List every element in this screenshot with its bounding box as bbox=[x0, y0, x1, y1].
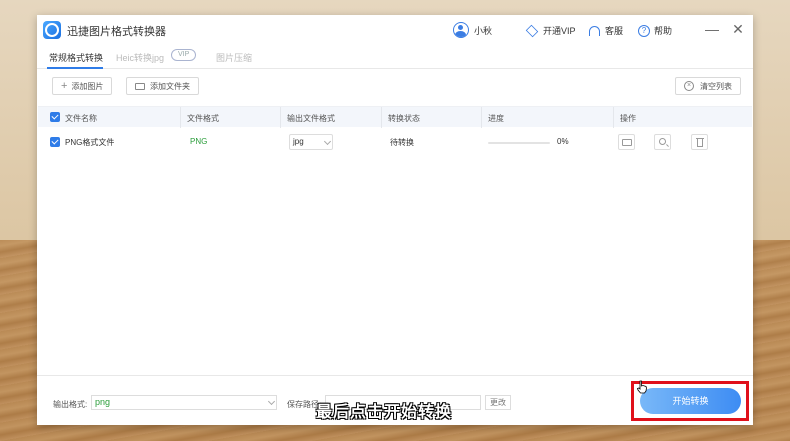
change-path-button[interactable]: 更改 bbox=[485, 395, 511, 410]
clear-list-button[interactable]: × 清空列表 bbox=[675, 77, 741, 95]
tab-general-convert[interactable]: 常规格式转换 bbox=[49, 51, 103, 64]
tab-bar: 常规格式转换 Heic转换jpg 图片压缩 bbox=[37, 45, 753, 69]
vip-label: 开通VIP bbox=[543, 26, 576, 36]
help-link[interactable]: ? 帮助 bbox=[638, 24, 672, 37]
add-image-label: 添加图片 bbox=[71, 81, 104, 91]
close-button[interactable]: ✕ bbox=[730, 20, 746, 38]
clear-icon: × bbox=[684, 81, 694, 91]
plus-icon: + bbox=[61, 80, 68, 92]
hand-cursor-icon bbox=[636, 380, 647, 394]
diamond-icon bbox=[525, 24, 539, 37]
chevron-down-icon bbox=[323, 137, 332, 146]
service-link[interactable]: 客服 bbox=[589, 24, 623, 37]
select-all-checkbox[interactable] bbox=[50, 112, 60, 122]
tab-heic-to-jpg[interactable]: Heic转换jpg bbox=[116, 51, 164, 64]
help-label: 帮助 bbox=[654, 26, 673, 36]
output-format-select[interactable]: jpg bbox=[289, 134, 333, 150]
help-icon: ? bbox=[638, 24, 650, 37]
preview-button[interactable] bbox=[654, 134, 671, 150]
column-divider bbox=[381, 107, 382, 128]
open-folder-icon bbox=[622, 139, 632, 146]
minimize-button[interactable]: — bbox=[704, 20, 720, 38]
output-format-label: 输出格式: bbox=[53, 400, 88, 409]
video-caption: 最后点击开始转换 bbox=[316, 404, 453, 421]
col-progress: 进度 bbox=[488, 114, 504, 123]
output-format-value: jpg bbox=[293, 137, 304, 146]
col-output-format: 输出文件格式 bbox=[287, 114, 335, 123]
app-title: 迅捷图片格式转换器 bbox=[67, 26, 166, 38]
col-file-format: 文件格式 bbox=[187, 114, 219, 123]
table-row[interactable]: PNG格式文件 PNG jpg 待转换 0% bbox=[38, 127, 752, 157]
tab-image-compress[interactable]: 图片压缩 bbox=[216, 51, 252, 64]
add-folder-button[interactable]: 添加文件夹 bbox=[126, 77, 199, 95]
column-divider bbox=[180, 107, 181, 128]
search-icon bbox=[659, 138, 666, 145]
convert-status: 待转换 bbox=[390, 138, 414, 147]
row-checkbox[interactable] bbox=[50, 137, 60, 147]
column-divider bbox=[280, 107, 281, 128]
chevron-down-icon bbox=[267, 397, 276, 406]
progress-text: 0% bbox=[557, 137, 569, 146]
col-file-name: 文件名称 bbox=[65, 114, 97, 123]
start-convert-button[interactable]: 开始转换 bbox=[640, 388, 741, 414]
service-label: 客服 bbox=[605, 26, 624, 36]
column-divider bbox=[481, 107, 482, 128]
col-actions: 操作 bbox=[620, 114, 636, 123]
titlebar: 迅捷图片格式转换器 小秋 开通VIP 客服 ? 帮助 — ✕ bbox=[37, 15, 753, 45]
open-folder-button[interactable] bbox=[618, 134, 635, 150]
output-format-dropdown[interactable]: png bbox=[91, 395, 277, 410]
add-folder-label: 添加文件夹 bbox=[150, 81, 190, 91]
progress-bar bbox=[488, 142, 550, 144]
trash-icon bbox=[696, 138, 704, 147]
clear-list-label: 清空列表 bbox=[700, 81, 732, 91]
vip-link[interactable]: 开通VIP bbox=[525, 24, 576, 37]
table-header: 文件名称 文件格式 输出文件格式 转换状态 进度 操作 bbox=[38, 106, 752, 128]
active-tab-indicator bbox=[47, 67, 103, 69]
file-format: PNG bbox=[190, 137, 208, 146]
headset-icon bbox=[589, 25, 600, 36]
column-divider bbox=[613, 107, 614, 128]
folder-icon bbox=[135, 82, 145, 90]
delete-button[interactable] bbox=[691, 134, 708, 150]
col-status: 转换状态 bbox=[388, 114, 420, 123]
user-profile[interactable]: 小秋 bbox=[453, 22, 492, 38]
app-logo-icon bbox=[43, 21, 61, 39]
app-window: 迅捷图片格式转换器 小秋 开通VIP 客服 ? 帮助 — ✕ 常规格式转换 He… bbox=[37, 15, 753, 425]
file-name: PNG格式文件 bbox=[65, 138, 115, 147]
vip-badge: VIP bbox=[171, 49, 197, 61]
output-format-dropdown-value: png bbox=[95, 397, 111, 407]
avatar-icon bbox=[453, 22, 469, 38]
add-image-button[interactable]: + 添加图片 bbox=[52, 77, 113, 95]
user-name: 小秋 bbox=[474, 25, 493, 36]
